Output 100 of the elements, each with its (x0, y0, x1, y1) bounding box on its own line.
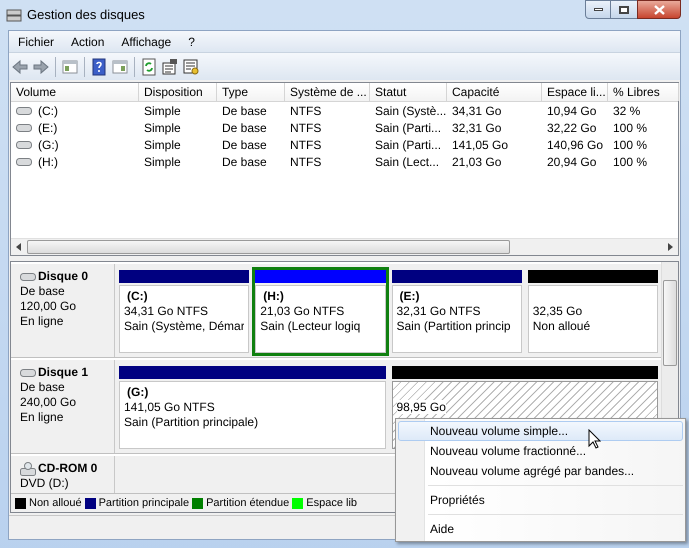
partition-info: 21,03 Go NTFS (260, 304, 344, 318)
close-button[interactable] (637, 0, 681, 19)
table-cell-text: Simple (144, 120, 181, 136)
table-cell-text: 10,94 Go (547, 102, 596, 120)
column-header[interactable]: Système de ... (285, 83, 370, 101)
table-cell-text: Simple (144, 136, 181, 154)
partition-info: 32,31 Go NTFS (396, 304, 481, 318)
table-cell-text: De base (222, 120, 267, 136)
legend-label: Espace lib (306, 496, 358, 511)
menu-item[interactable]: ? (181, 32, 202, 50)
table-cell-text: 100 % (613, 154, 648, 170)
table-cell-text: Simple (144, 154, 181, 170)
partition-info: Non alloué (532, 319, 590, 333)
legend-label: Non alloué (29, 496, 82, 511)
disk-name: Disque 0 (38, 269, 88, 284)
table-cell-text: NTFS (290, 120, 322, 136)
menu-item[interactable]: Fichier (11, 32, 62, 50)
forward-arrow-icon[interactable] (32, 58, 50, 76)
disk-info: De base (20, 284, 66, 299)
menu-item[interactable]: Action (64, 32, 112, 50)
app-icon (6, 7, 22, 23)
partition-info: Sain (Système, Démar (124, 319, 244, 333)
column-header[interactable]: Disposition (139, 83, 217, 101)
partition-info: Sain (Lecteur logiq (260, 319, 360, 333)
menu-item[interactable]: Aide (398, 519, 683, 539)
maximize-button[interactable] (611, 0, 637, 19)
panel-icon[interactable] (61, 58, 79, 76)
drive-icon (20, 272, 36, 282)
minimize-button[interactable] (585, 0, 611, 19)
menu-item[interactable]: Affichage (114, 32, 178, 50)
volume-label: (G:) (126, 385, 150, 400)
table-cell-text: 32,22 Go (547, 120, 596, 136)
partition-info: Sain (Partition principale) (124, 415, 258, 429)
drive-icon (20, 368, 36, 378)
drive-icon (16, 156, 32, 166)
disk-info: DVD (D:) (20, 476, 70, 491)
table-cell-text: De base (222, 154, 267, 170)
mouse-cursor-icon (588, 429, 601, 449)
table-cell-text: (G:) (38, 136, 59, 154)
table-cell-text: 141,05 Go (452, 136, 508, 154)
help-icon[interactable] (90, 58, 108, 76)
close-icon (654, 4, 664, 14)
table-cell-text: NTFS (290, 154, 322, 170)
column-header[interactable]: Espace li... (542, 83, 608, 101)
volume-label: (E:) (398, 289, 420, 304)
table-cell-text: NTFS (290, 136, 322, 154)
disk-info: 120,00 Go (20, 299, 78, 314)
table-cell-text: Sain (Systè... (375, 102, 446, 120)
legend-label: Partition étendue (206, 496, 290, 511)
scroll-left-icon[interactable] (15, 243, 23, 251)
table-cell-text: Sain (Lect... (375, 154, 440, 170)
settings-icon[interactable] (182, 58, 200, 76)
table-cell-text: 32 % (613, 102, 640, 120)
table-cell-text: 21,03 Go (452, 154, 502, 170)
window-title: Gestion des disques (27, 6, 145, 24)
table-cell-text: De base (222, 136, 267, 154)
drive-icon (16, 140, 32, 150)
table-cell-text: (H:) (38, 154, 58, 170)
partition-info: 34,31 Go NTFS (124, 304, 208, 318)
disk-info: De base (20, 380, 66, 395)
drive-icon (16, 122, 32, 132)
table-cell-text: Sain (Parti... (375, 120, 442, 136)
disk-info: En ligne (20, 410, 64, 425)
horizontal-scrollbar[interactable] (11, 238, 678, 255)
partition-info: 141,05 Go NTFS (124, 400, 215, 414)
menu-item[interactable]: Nouveau volume agrégé par bandes... (398, 461, 683, 481)
partition-info: Sain (Partition princip (396, 319, 511, 333)
table-cell-text: De base (222, 102, 267, 120)
menu-item[interactable]: Nouveau volume simple... (398, 421, 683, 441)
disk-name: Disque 1 (38, 365, 88, 380)
table-cell-text: NTFS (290, 102, 322, 120)
volume-label: (C:) (126, 289, 149, 304)
column-header[interactable]: Capacité (447, 83, 542, 101)
table-cell-text: (E:) (38, 120, 58, 136)
column-header[interactable]: Statut (370, 83, 447, 101)
table-cell-text: Simple (144, 102, 181, 120)
table-cell-text: 140,96 Go (547, 136, 604, 154)
legend-label: Partition principale (98, 496, 190, 511)
disk-name: CD-ROM 0 (38, 461, 98, 476)
scroll-right-icon[interactable] (666, 243, 674, 251)
refresh-icon[interactable] (140, 58, 158, 76)
disk-info: 240,00 Go (20, 395, 78, 410)
partition-info: 98,95 Go (396, 400, 446, 414)
disk-info: En ligne (20, 314, 64, 329)
column-header[interactable]: % Libres (608, 83, 679, 101)
drive-icon (16, 106, 32, 116)
table-cell-text: 100 % (613, 120, 648, 136)
partition-panel[interactable]: (H:) 21,03 Go NTFS Sain (Lecteur logiq (252, 267, 388, 356)
partition-info: 32,35 Go (532, 304, 582, 318)
column-header[interactable]: Volume (11, 83, 139, 101)
back-arrow-icon[interactable] (11, 58, 29, 76)
volume-label: (H:) (262, 289, 285, 304)
table-cell-text: (C:) (38, 102, 58, 120)
column-header[interactable]: Type (217, 83, 285, 101)
table-cell-text: 32,31 Go (452, 120, 502, 136)
properties-icon[interactable] (161, 58, 179, 76)
table-cell-text: 100 % (613, 136, 648, 154)
table-cell-text: 34,31 Go (452, 102, 502, 120)
table-cell-text: 20,94 Go (547, 154, 596, 170)
menu-item[interactable]: Propriétés (398, 490, 683, 510)
